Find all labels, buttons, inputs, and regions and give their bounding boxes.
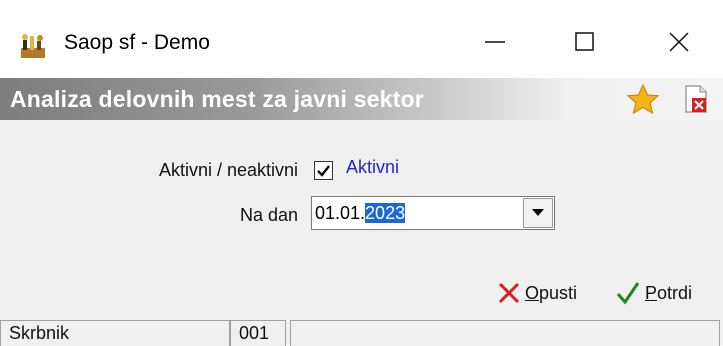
- saop-app-icon: [21, 34, 45, 58]
- active-inactive-label: Aktivni / neaktivni: [158, 160, 298, 180]
- maximize-button[interactable]: [560, 18, 610, 66]
- status-code: 001: [230, 320, 286, 346]
- cancel-icon: [498, 282, 520, 304]
- cancel-button[interactable]: Opusti: [497, 277, 577, 309]
- star-icon[interactable]: [626, 83, 660, 115]
- chevron-down-icon: [532, 209, 544, 216]
- date-value-selected: 2023: [365, 203, 406, 223]
- minimize-icon: [485, 41, 505, 43]
- date-value[interactable]: 01.01.2023: [315, 203, 406, 224]
- close-button[interactable]: [654, 18, 704, 66]
- close-icon: [669, 32, 689, 52]
- cancel-label: Opusti: [525, 282, 578, 303]
- confirm-button[interactable]: Potrdi: [615, 277, 692, 309]
- date-dropdown-button[interactable]: [523, 198, 553, 228]
- maximize-icon: [575, 32, 594, 51]
- confirm-label: Potrdi: [645, 282, 693, 303]
- dialog-window: Saop sf - Demo Analiza delovnih mest za …: [0, 0, 723, 346]
- page-title: Analiza delovnih mest za javni sektor: [10, 86, 424, 112]
- window-title: Saop sf - Demo: [64, 31, 210, 54]
- checkmark-icon: [317, 165, 330, 177]
- title-bar[interactable]: Saop sf - Demo: [0, 0, 723, 78]
- date-combobox[interactable]: 01.01.2023: [311, 196, 555, 230]
- pdf-close-icon[interactable]: [682, 84, 710, 114]
- minimize-button[interactable]: [470, 18, 520, 66]
- checkmark-green-icon: [616, 282, 640, 305]
- active-checkbox-label[interactable]: Aktivni: [346, 157, 399, 178]
- status-user: Skrbnik: [0, 320, 230, 346]
- status-message: [290, 320, 720, 346]
- active-checkbox[interactable]: [314, 161, 333, 180]
- date-label: Na dan: [239, 205, 298, 225]
- date-value-prefix: 01.01.: [315, 203, 366, 223]
